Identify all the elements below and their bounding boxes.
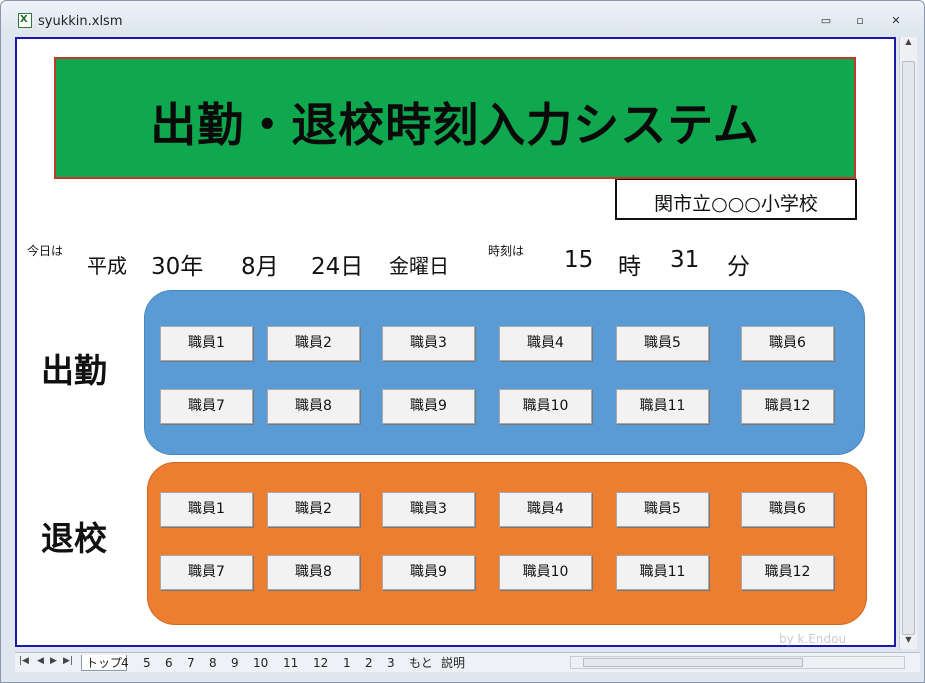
- minute-unit: 分: [727, 254, 750, 280]
- sheet-tab-11[interactable]: 11: [283, 655, 298, 671]
- leave-staff-button-8[interactable]: 職員8: [267, 555, 360, 590]
- attendance-staff-button-12[interactable]: 職員12: [741, 389, 834, 424]
- attendance-staff-button-2[interactable]: 職員2: [267, 326, 360, 361]
- leave-panel: [147, 462, 867, 625]
- attendance-staff-button-5[interactable]: 職員5: [616, 326, 709, 361]
- month-text: 8月: [241, 254, 279, 280]
- title-banner: 出勤・退校時刻入力システム: [54, 57, 856, 179]
- prev-sheet-icon[interactable]: ◀: [37, 656, 44, 666]
- sheet-tab-3[interactable]: 3: [387, 655, 395, 671]
- leave-staff-button-1[interactable]: 職員1: [160, 492, 253, 527]
- sheet-tab-1[interactable]: 1: [343, 655, 351, 671]
- era-text: 平成: [87, 254, 127, 278]
- window-title: syukkin.xlsm: [38, 14, 123, 29]
- next-sheet-icon[interactable]: ▶: [50, 656, 57, 666]
- minimize-button[interactable]: ▭: [816, 13, 836, 29]
- leave-label: 退校: [41, 519, 107, 558]
- sheet-tab-9[interactable]: 9: [231, 655, 239, 671]
- time-label: 時刻は: [488, 244, 525, 258]
- attendance-staff-button-9[interactable]: 職員9: [382, 389, 475, 424]
- attendance-staff-button-11[interactable]: 職員11: [616, 389, 709, 424]
- banner-title: 出勤・退校時刻入力システム: [150, 98, 760, 152]
- leave-staff-button-6[interactable]: 職員6: [741, 492, 834, 527]
- excel-window: syukkin.xlsm ▭ ▫ ✕ 出勤・退校時刻入力システム 関市立○○○小…: [0, 0, 925, 683]
- sheet-tab-7[interactable]: 7: [187, 655, 195, 671]
- horizontal-scrollbar[interactable]: [570, 656, 905, 669]
- credit-text: by k.Endou: [779, 632, 847, 646]
- leave-staff-button-12[interactable]: 職員12: [741, 555, 834, 590]
- school-name-box: 関市立○○○小学校: [615, 179, 857, 220]
- sheet-tab-2[interactable]: 2: [365, 655, 373, 671]
- attendance-staff-button-8[interactable]: 職員8: [267, 389, 360, 424]
- weekday-text: 金曜日: [389, 254, 449, 278]
- attendance-staff-button-3[interactable]: 職員3: [382, 326, 475, 361]
- scroll-down-icon[interactable]: ▼: [900, 635, 917, 647]
- attendance-staff-button-7[interactable]: 職員7: [160, 389, 253, 424]
- scroll-up-icon[interactable]: ▲: [900, 37, 917, 49]
- sheet-tab-10[interactable]: 10: [253, 655, 268, 671]
- close-button[interactable]: ✕: [886, 13, 906, 29]
- horizontal-scroll-thumb[interactable]: [583, 658, 803, 667]
- leave-staff-button-9[interactable]: 職員9: [382, 555, 475, 590]
- vertical-scrollbar[interactable]: ▲ ▼: [899, 37, 917, 649]
- attendance-staff-button-10[interactable]: 職員10: [499, 389, 592, 424]
- last-sheet-icon[interactable]: ▶|: [63, 656, 73, 666]
- today-label: 今日は: [27, 244, 64, 258]
- minute-text: 31: [670, 247, 700, 273]
- attendance-staff-button-6[interactable]: 職員6: [741, 326, 834, 361]
- attendance-staff-button-1[interactable]: 職員1: [160, 326, 253, 361]
- leave-staff-button-4[interactable]: 職員4: [499, 492, 592, 527]
- attendance-staff-button-4[interactable]: 職員4: [499, 326, 592, 361]
- hour-unit: 時: [618, 254, 641, 280]
- sheet-tab-4[interactable]: 4: [121, 655, 129, 671]
- leave-staff-button-3[interactable]: 職員3: [382, 492, 475, 527]
- sheet-tab-bar: |◀ ◀ ▶ ▶| トップ 4 5 6 7 8 9 10 11 12 1 2 3 もと 説明: [15, 652, 920, 672]
- leave-staff-button-5[interactable]: 職員5: [616, 492, 709, 527]
- attendance-panel: [144, 290, 865, 455]
- title-bar: syukkin.xlsm ▭ ▫ ✕: [1, 1, 924, 35]
- first-sheet-icon[interactable]: |◀: [19, 656, 29, 666]
- sheet-tab-説明[interactable]: 説明: [441, 655, 465, 671]
- year-text: 30年: [151, 254, 204, 280]
- leave-staff-button-7[interactable]: 職員7: [160, 555, 253, 590]
- vertical-scroll-thumb[interactable]: [902, 61, 915, 635]
- attendance-label: 出勤: [41, 351, 107, 390]
- sheet-tab-6[interactable]: 6: [165, 655, 173, 671]
- leave-staff-button-11[interactable]: 職員11: [616, 555, 709, 590]
- sheet-tab-8[interactable]: 8: [209, 655, 217, 671]
- leave-staff-button-10[interactable]: 職員10: [499, 555, 592, 590]
- leave-staff-button-2[interactable]: 職員2: [267, 492, 360, 527]
- day-text: 24日: [311, 254, 364, 280]
- sheet-tab-12[interactable]: 12: [313, 655, 328, 671]
- excel-file-icon: [18, 13, 32, 28]
- sheet-tab-5[interactable]: 5: [143, 655, 151, 671]
- sheet-tab-もと[interactable]: もと: [409, 655, 433, 671]
- school-name: 関市立○○○小学校: [654, 193, 818, 215]
- restore-button[interactable]: ▫: [850, 13, 870, 29]
- hour-text: 15: [564, 247, 594, 273]
